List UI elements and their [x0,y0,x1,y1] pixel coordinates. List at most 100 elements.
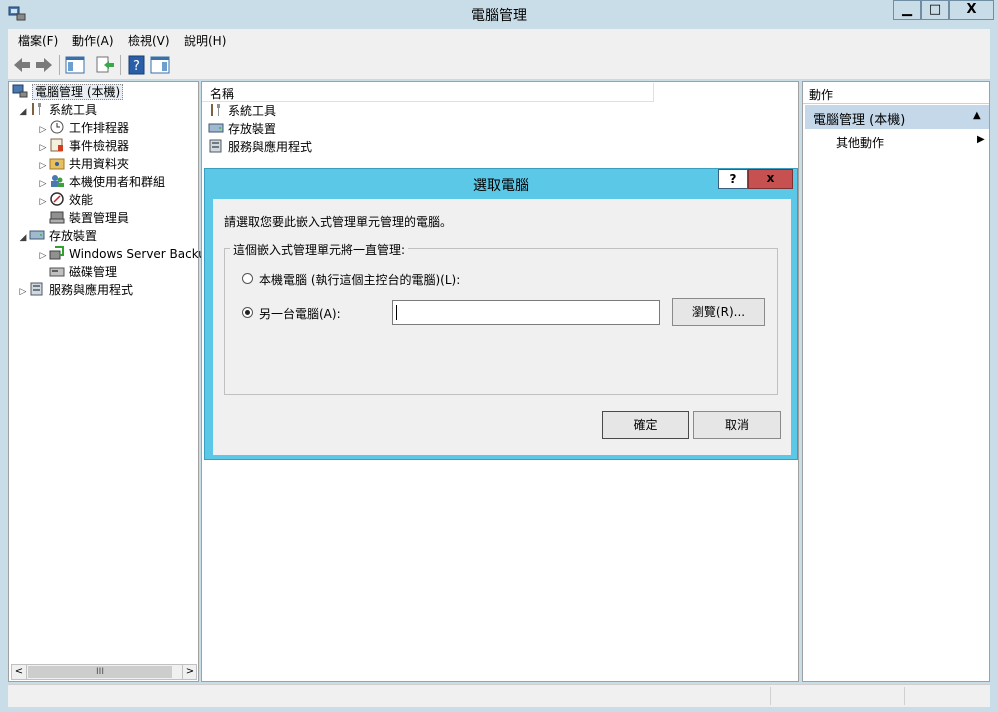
tree-item-label: 磁碟管理 [69,265,118,279]
cancel-button[interactable]: 取消 [693,411,781,439]
collapse-icon[interactable]: ◢ [17,103,29,121]
browse-button[interactable]: 瀏覽(R)... [672,298,765,326]
tree-item-services-apps[interactable]: ▷ 服務與應用程式 [17,281,133,299]
minimize-button[interactable]: ▁ [893,0,921,20]
list-item-label: 服務與應用程式 [228,140,313,154]
tools-icon [29,102,45,116]
status-divider [770,687,771,705]
storage-icon [208,121,224,135]
tools-icon [208,103,224,117]
tree-item-label: 本機使用者和群組 [69,175,166,189]
back-icon[interactable] [12,55,32,75]
text-cursor [396,305,397,320]
dialog-close-button[interactable]: x [748,169,793,189]
collapse-icon[interactable]: ◢ [17,229,29,247]
tree-item-label: 工作排程器 [69,121,130,135]
show-hide-tree-icon[interactable] [65,55,85,75]
tree-item-system-tools[interactable]: ◢ 系統工具 [17,101,97,119]
computer-name-input[interactable] [392,300,660,325]
tree-item-label: 存放裝置 [49,229,98,243]
close-icon: x [766,171,775,185]
tree-item-label: 共用資料夾 [69,157,130,171]
minimize-icon: ▁ [902,2,912,17]
backup-icon [49,246,65,260]
actions-section-label: 電腦管理 (本機) [813,113,906,128]
computer-management-icon [12,84,28,98]
dialog-title: 選取電腦 [473,178,529,194]
toolbar-separator [59,55,60,75]
export-list-icon[interactable] [95,55,115,75]
scroll-right-button[interactable]: > [182,665,197,679]
maximize-icon: □ [928,2,942,17]
tree-item-windows-server-backup[interactable]: ▷ Windows Server Backup [37,245,214,263]
column-header-label: 名稱 [210,87,235,101]
actions-header-label: 動作 [809,88,834,102]
status-divider [904,687,905,705]
show-action-pane-icon[interactable] [150,55,170,75]
scroll-thumb[interactable]: III [28,666,172,678]
disk-icon [49,264,65,278]
menu-action[interactable]: 動作(A) [72,32,114,49]
radio-other-computer[interactable] [242,307,253,318]
submenu-arrow-icon: ▶ [977,134,985,145]
users-icon [49,174,65,188]
close-button[interactable]: X [949,0,994,20]
forward-icon[interactable] [34,55,54,75]
tree-item-device-manager[interactable]: 裝置管理員 [37,209,129,227]
menu-file[interactable]: 檔案(F) [18,32,58,49]
services-icon [29,282,45,296]
collapse-up-icon[interactable]: ▲ [973,110,981,121]
list-item[interactable]: 系統工具 [208,102,276,120]
action-more-label: 其他動作 [836,136,885,150]
actions-header: 動作 [803,83,989,104]
menu-bar: 檔案(F) 動作(A) 檢視(V) 說明(H) [8,29,990,51]
group-box-label: 這個嵌入式管理單元將一直管理: [230,241,409,258]
tree-item-label: 裝置管理員 [69,211,130,225]
action-more[interactable]: 其他動作 ▶ [805,132,989,150]
status-bar [8,684,990,707]
ok-button[interactable]: 確定 [602,411,689,439]
column-header-name[interactable]: 名稱 [202,83,654,102]
window-title: 電腦管理 [471,8,527,24]
menu-help[interactable]: 說明(H) [184,32,226,49]
tree-item-shared-folders[interactable]: ▷ 共用資料夾 [37,155,129,173]
tree-item-task-scheduler[interactable]: ▷ 工作排程器 [37,119,129,137]
dialog-instruction: 請選取您要此嵌入式管理單元管理的電腦。 [224,215,453,229]
tree-item-event-viewer[interactable]: ▷ 事件檢視器 [37,137,129,155]
radio-other-label[interactable]: 另一台電腦(A): [259,305,341,322]
event-viewer-icon [49,138,65,152]
performance-icon [49,192,65,206]
svg-text:?: ? [133,59,140,74]
tree-root-label: 電腦管理 (本機) [32,84,124,100]
tree-item-label: 效能 [69,193,94,207]
list-item[interactable]: 服務與應用程式 [208,138,312,156]
select-computer-dialog: 選取電腦 ? x 請選取您要此嵌入式管理單元管理的電腦。 這個嵌入式管理單元將一… [204,168,798,460]
services-icon [208,139,224,153]
tree-root[interactable]: 電腦管理 (本機) [12,83,124,101]
shared-folder-icon [49,156,65,170]
list-item[interactable]: 存放裝置 [208,120,276,138]
dialog-help-button[interactable]: ? [718,169,748,189]
radio-local-label[interactable]: 本機電腦 (執行這個主控台的電腦)(L): [259,271,460,288]
toolbar: ? [8,51,990,80]
radio-local-computer[interactable] [242,273,253,284]
tree-item-label: 系統工具 [49,103,98,117]
tree-item-storage[interactable]: ◢ 存放裝置 [17,227,97,245]
help-icon: ? [729,172,737,186]
tree-item-label: 服務與應用程式 [49,283,134,297]
actions-section[interactable]: 電腦管理 (本機) ▲ [805,105,989,129]
menu-view[interactable]: 檢視(V) [128,32,170,49]
help-icon[interactable]: ? [127,55,147,75]
actions-panel: 動作 電腦管理 (本機) ▲ 其他動作 ▶ [802,81,990,682]
horizontal-scrollbar[interactable]: < III > [11,664,197,680]
tree-panel: 電腦管理 (本機) ◢ 系統工具 ▷ 工作排程器 ▷ 事件檢視器 ▷ 共用資料夾 ▷ 本機… [8,81,214,682]
maximize-button[interactable]: □ [921,0,949,20]
radio-selected-dot [245,310,250,315]
toolbar-separator [120,55,121,75]
tree-item-disk-management[interactable]: 磁碟管理 [37,263,117,281]
tree-item-performance[interactable]: ▷ 效能 [37,191,93,209]
tree-item-local-users[interactable]: ▷ 本機使用者和群組 [37,173,165,191]
scroll-left-button[interactable]: < [12,665,27,679]
storage-icon [29,228,45,242]
expand-icon[interactable]: ▷ [17,283,29,301]
